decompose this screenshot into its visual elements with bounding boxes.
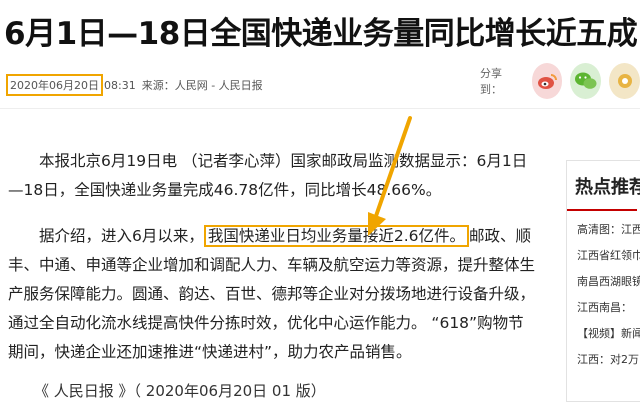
hot-recommend-sidebar: 热点推荐 高清图：江西 江西省红领巾 南昌西湖眼镜 江西南昌： 【视频】新闻 江… (566, 160, 640, 402)
paragraph-2-lead: 据介绍，进入6月以来， (39, 227, 204, 245)
paragraph-2-rest: 邮政、顺丰、中通、申通等企业增加和调配人力、车辆及航空运力等资源，提升整体生产服… (8, 227, 536, 361)
paragraph-2: 据介绍，进入6月以来， 我国快递业日均业务量接近2.6亿件。 邮政、顺丰、中通、申通… (8, 222, 538, 367)
article-title: 6月1日—18日全国快递业务量同比增长近五成 (4, 16, 638, 52)
share-icon (617, 74, 632, 88)
other-share-button[interactable] (609, 63, 640, 99)
article-meta: 2020年06月20日 08:31 来源：人民网 - 人民日报 (6, 74, 263, 96)
article-source: 来源：人民网 - 人民日报 (141, 79, 263, 92)
sidebar-item[interactable]: 高清图：江西 (577, 217, 640, 243)
share-bar: 分享到： (480, 63, 640, 99)
paragraph-1: 本报北京6月19日电 （记者李心萍）国家邮政局监测数据显示：6月1日—18日，全… (8, 152, 528, 199)
sidebar-item[interactable]: 江西南昌： (577, 295, 640, 321)
publish-date: 2020年06月20日 (6, 74, 103, 96)
share-label: 分享到： (480, 67, 502, 96)
weibo-icon (538, 74, 558, 89)
header-divider (0, 108, 640, 109)
article-byline: 《 人民日报 》（ 2020年06月20日 01 版） (34, 382, 326, 400)
sidebar-item[interactable]: 江西：对2万 (577, 347, 640, 373)
sidebar-item[interactable]: 江西省红领巾 (577, 243, 640, 269)
article-body: 本报北京6月19日电 （记者李心萍）国家邮政局监测数据显示：6月1日—18日，全… (8, 147, 538, 384)
weibo-share-button[interactable] (531, 63, 563, 99)
sidebar-list: 高清图：江西 江西省红领巾 南昌西湖眼镜 江西南昌： 【视频】新闻 江西：对2万 (577, 217, 640, 373)
highlighted-sentence: 我国快递业日均业务量接近2.6亿件。 (203, 225, 470, 247)
wechat-icon (574, 72, 597, 89)
publish-time: 08:31 (104, 78, 136, 92)
sidebar-title: 热点推荐 (575, 177, 640, 198)
wechat-share-button[interactable] (570, 63, 602, 99)
sidebar-item[interactable]: 南昌西湖眼镜 (577, 269, 640, 295)
sidebar-title-underline (567, 209, 637, 211)
sidebar-item[interactable]: 【视频】新闻 (577, 321, 640, 347)
